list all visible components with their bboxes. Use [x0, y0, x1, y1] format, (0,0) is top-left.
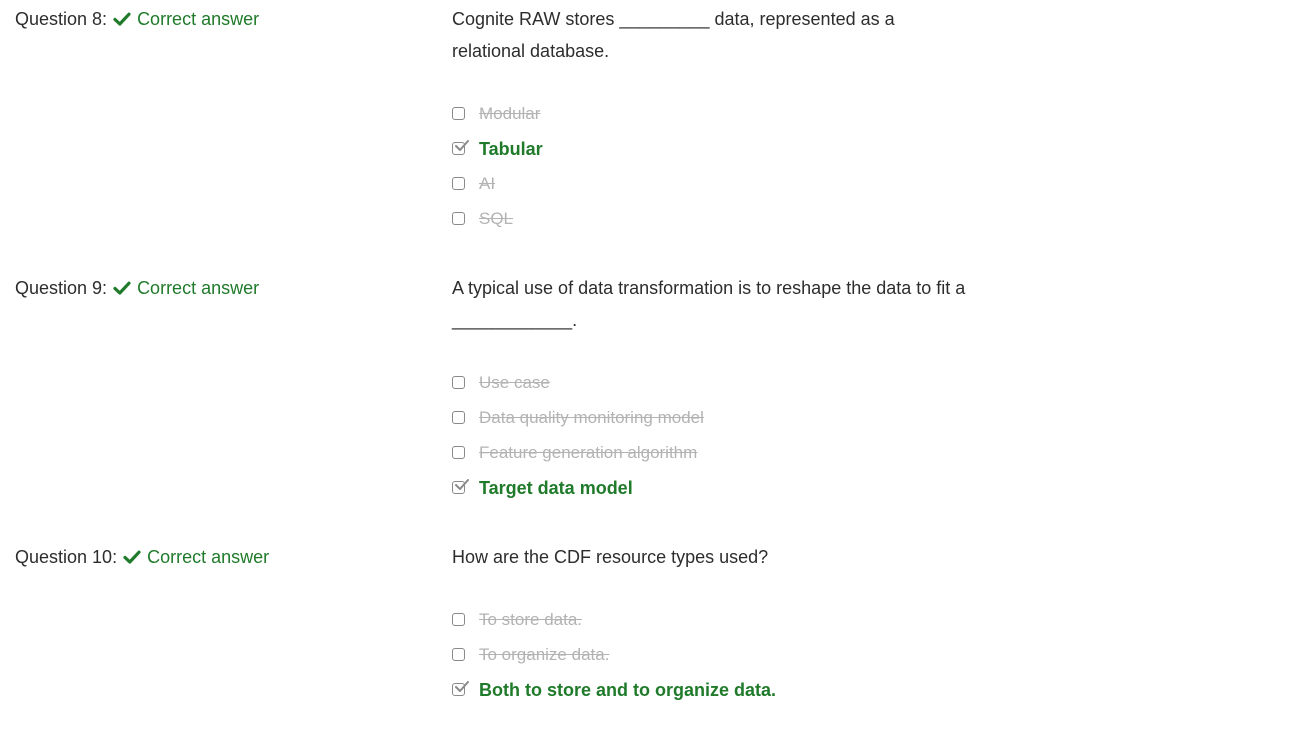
option-sql[interactable]: SQL	[452, 201, 972, 236]
checkbox-icon[interactable]	[452, 177, 465, 190]
question-text: Cognite RAW stores _________ data, repre…	[452, 9, 895, 61]
options-list: Modular Tabular AI SQL	[452, 96, 972, 236]
checkbox-icon[interactable]	[452, 376, 465, 389]
checkbox-icon[interactable]	[452, 212, 465, 225]
question-number: Question 9:	[15, 278, 108, 298]
option-ai[interactable]: AI	[452, 166, 972, 201]
checkbox-icon[interactable]	[452, 107, 465, 120]
checked-checkbox-icon[interactable]	[452, 681, 469, 696]
question-header: Question 8: Correct answer	[15, 7, 259, 31]
option-label: To store data.	[479, 609, 583, 629]
question-header: Question 9: Correct answer	[15, 276, 259, 300]
checkbox-icon[interactable]	[452, 613, 465, 626]
option-tabular[interactable]: Tabular	[452, 131, 972, 166]
question-text: A typical use of data transformation is …	[452, 278, 966, 330]
option-label: SQL	[479, 208, 514, 228]
option-target-data-model[interactable]: Target data model	[452, 470, 972, 505]
status-label: Correct answer	[137, 9, 260, 29]
options-list: To store data. To organize data. Both to…	[452, 602, 972, 707]
quiz-results-page: Question 8: Correct answer Cognite RAW s…	[0, 0, 1293, 735]
option-label: Use case	[479, 372, 550, 392]
checkbox-icon[interactable]	[452, 446, 465, 459]
question-body: A typical use of data transformation is …	[452, 276, 972, 505]
option-label: AI	[479, 173, 496, 193]
check-icon	[123, 548, 141, 566]
option-modular[interactable]: Modular	[452, 96, 972, 131]
option-label: Target data model	[479, 477, 633, 498]
question-number: Question 8:	[15, 9, 108, 29]
option-use-case[interactable]: Use case	[452, 365, 972, 400]
option-label: Feature generation algorithm	[479, 442, 698, 462]
status-label: Correct answer	[137, 278, 260, 298]
option-label: Data quality monitoring model	[479, 407, 704, 427]
check-icon	[113, 10, 131, 28]
question-body: How are the CDF resource types used? To …	[452, 545, 972, 707]
option-both-store-and-organize[interactable]: Both to store and to organize data.	[452, 672, 972, 707]
option-to-organize-data[interactable]: To organize data.	[452, 637, 972, 672]
question-body: Cognite RAW stores _________ data, repre…	[452, 7, 972, 236]
checked-checkbox-icon[interactable]	[452, 479, 469, 494]
options-list: Use case Data quality monitoring model F…	[452, 365, 972, 505]
checkbox-icon[interactable]	[452, 411, 465, 424]
question-number: Question 10:	[15, 547, 118, 567]
checkbox-icon[interactable]	[452, 648, 465, 661]
option-feature-generation-algorithm[interactable]: Feature generation algorithm	[452, 435, 972, 470]
option-label: Modular	[479, 103, 541, 123]
option-label: Both to store and to organize data.	[479, 679, 777, 700]
check-icon	[113, 279, 131, 297]
option-to-store-data[interactable]: To store data.	[452, 602, 972, 637]
option-data-quality-monitoring-model[interactable]: Data quality monitoring model	[452, 400, 972, 435]
status-label: Correct answer	[147, 547, 270, 567]
option-label: Tabular	[479, 138, 543, 159]
question-text: How are the CDF resource types used?	[452, 547, 769, 567]
option-label: To organize data.	[479, 644, 610, 664]
question-header: Question 10: Correct answer	[15, 545, 269, 569]
checked-checkbox-icon[interactable]	[452, 140, 469, 155]
